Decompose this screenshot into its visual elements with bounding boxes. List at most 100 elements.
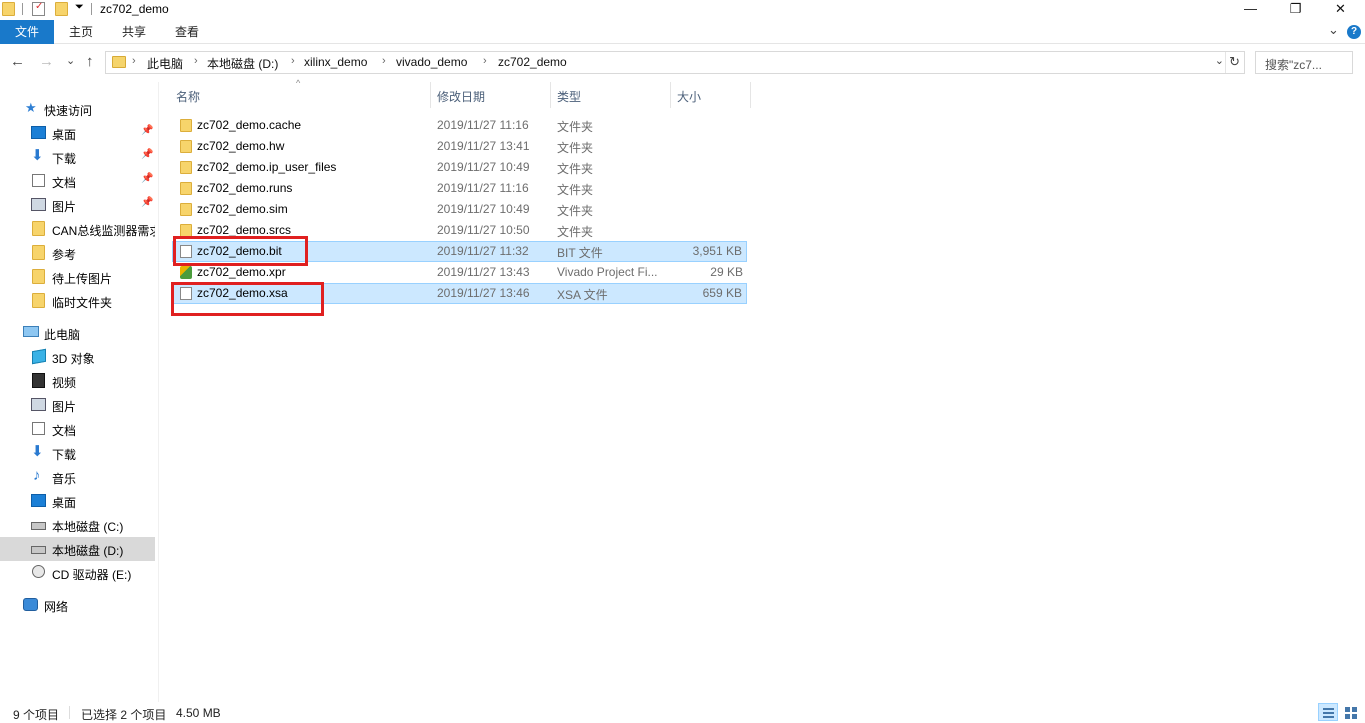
column-header-size[interactable]: 大小	[671, 82, 751, 108]
column-header-type[interactable]: 类型	[551, 82, 671, 108]
customize-toolbar-icon[interactable]: ⏷	[75, 1, 84, 14]
ribbon-tabs: 文件 主页 共享 查看 ⌄ ?	[0, 20, 1365, 44]
sidebar-item-desktop[interactable]: 桌面 📌	[0, 121, 155, 145]
file-date: 2019/11/27 11:16	[437, 181, 529, 195]
file-name: zc702_demo.cache	[197, 118, 302, 132]
sidebar-item-temp-folder[interactable]: 临时文件夹	[0, 289, 155, 313]
sidebar-item-drive-c[interactable]: 本地磁盘 (C:)	[0, 513, 155, 537]
file-row[interactable]: zc702_demo.ip_user_files 2019/11/27 10:4…	[172, 157, 747, 178]
file-name: zc702_demo.hw	[197, 139, 285, 153]
folder-icon	[32, 269, 45, 284]
divider	[22, 3, 23, 15]
pin-icon: 📌	[141, 173, 154, 184]
sidebar-item-videos[interactable]: 视频	[0, 369, 155, 393]
sidebar-item-pictures-pc[interactable]: 图片	[0, 393, 155, 417]
divider	[69, 706, 70, 719]
file-date: 2019/11/27 11:32	[437, 244, 529, 258]
breadcrumb-drive-d[interactable]: 本地磁盘 (D:)	[207, 55, 278, 72]
sidebar-item-label: 文档	[52, 176, 77, 190]
file-size: 659 KB	[702, 286, 742, 300]
breadcrumb-separator: ›	[291, 55, 295, 67]
close-button[interactable]: ✕	[1318, 0, 1363, 20]
sidebar-item-label: 网络	[44, 600, 69, 614]
annotation-box-bit	[173, 236, 308, 266]
help-icon[interactable]: ?	[1347, 25, 1361, 39]
annotation-box-xsa	[171, 282, 324, 316]
folder-icon	[32, 221, 45, 236]
document-icon	[32, 422, 45, 435]
back-button[interactable]: ←	[10, 54, 25, 70]
sidebar-item-drive-d[interactable]: 本地磁盘 (D:)	[0, 537, 155, 561]
pane-divider	[158, 82, 159, 702]
sidebar-item-3d-objects[interactable]: 3D 对象	[0, 345, 155, 369]
file-row[interactable]: zc702_demo.cache 2019/11/27 11:16 文件夹	[172, 115, 747, 136]
column-header-date[interactable]: 修改日期	[431, 82, 551, 108]
sidebar-item-music[interactable]: ♪ 音乐	[0, 465, 155, 489]
forward-button[interactable]: →	[39, 54, 54, 70]
sidebar-item-label: 本地磁盘 (D:)	[52, 544, 124, 558]
breadcrumb-this-pc[interactable]: 此电脑	[147, 55, 183, 72]
file-date: 2019/11/27 13:46	[437, 286, 530, 300]
tab-file[interactable]: 文件	[0, 20, 54, 44]
drive-icon	[31, 522, 46, 530]
file-date: 2019/11/27 11:16	[437, 118, 529, 132]
breadcrumb-vivado-demo[interactable]: vivado_demo	[396, 55, 467, 69]
breadcrumb-separator: ›	[382, 55, 386, 67]
file-row[interactable]: zc702_demo.runs 2019/11/27 11:16 文件夹	[172, 178, 747, 199]
up-button[interactable]: ↑	[86, 54, 94, 70]
selected-count: 已选择 2 个项目	[81, 708, 167, 722]
sidebar-item-label: 临时文件夹	[52, 296, 113, 310]
details-view-button[interactable]	[1318, 703, 1338, 721]
sidebar-item-label: 视频	[52, 376, 77, 390]
network-icon	[23, 598, 38, 611]
refresh-icon[interactable]: ↻	[1229, 54, 1240, 70]
tab-view[interactable]: 查看	[164, 20, 210, 44]
file-name: zc702_demo.ip_user_files	[197, 160, 337, 174]
document-icon	[32, 174, 45, 187]
sidebar-item-downloads[interactable]: ⬇ 下载 📌	[0, 145, 155, 169]
minimize-button[interactable]: —	[1228, 0, 1273, 20]
file-row[interactable]: zc702_demo.hw 2019/11/27 13:41 文件夹	[172, 136, 747, 157]
music-icon: ♪	[33, 467, 41, 484]
tab-share[interactable]: 共享	[111, 20, 157, 44]
file-row[interactable]: zc702_demo.sim 2019/11/27 10:49 文件夹	[172, 199, 747, 220]
address-dropdown-icon[interactable]: ⌄	[1215, 54, 1224, 67]
breadcrumb-zc702-demo[interactable]: zc702_demo	[498, 55, 567, 69]
sidebar-item-label: 图片	[52, 200, 77, 214]
sidebar-item-quick-access[interactable]: ★ 快速访问	[0, 97, 155, 121]
sidebar-item-label: CD 驱动器 (E:)	[52, 568, 132, 582]
properties-icon[interactable]: ✓	[32, 1, 45, 16]
file-name: zc702_demo.runs	[197, 181, 293, 195]
new-folder-icon[interactable]	[55, 2, 68, 16]
breadcrumb-separator: ›	[132, 55, 136, 67]
file-name: zc702_demo.sim	[197, 202, 288, 216]
divider	[1225, 52, 1226, 73]
file-type: 文件夹	[557, 120, 594, 134]
folder-icon	[180, 161, 192, 174]
sidebar-item-pending-pictures[interactable]: 待上传图片	[0, 265, 155, 289]
sidebar-item-desktop-pc[interactable]: 桌面	[0, 489, 155, 513]
sidebar-item-cd-drive[interactable]: CD 驱动器 (E:)	[0, 561, 155, 585]
tab-home[interactable]: 主页	[58, 20, 104, 44]
recent-locations-button[interactable]: ⌄	[66, 53, 75, 69]
large-icons-view-button[interactable]	[1341, 703, 1361, 721]
file-type: BIT 文件	[557, 246, 603, 260]
sidebar-item-label: 下载	[52, 152, 77, 166]
maximize-button[interactable]: ❐	[1273, 0, 1318, 20]
sidebar-item-label: 快速访问	[44, 104, 93, 118]
column-header-name[interactable]: 名称	[170, 82, 431, 108]
sidebar-item-reference[interactable]: 参考	[0, 241, 155, 265]
breadcrumb-xilinx-demo[interactable]: xilinx_demo	[304, 55, 367, 69]
sidebar-item-this-pc[interactable]: 此电脑	[0, 321, 155, 345]
sidebar-item-downloads-pc[interactable]: ⬇ 下载	[0, 441, 155, 465]
sidebar-item-pictures[interactable]: 图片 📌	[0, 193, 155, 217]
expand-ribbon-icon[interactable]: ⌄	[1328, 22, 1339, 38]
sidebar-item-documents-pc[interactable]: 文档	[0, 417, 155, 441]
sidebar-item-documents[interactable]: 文档 📌	[0, 169, 155, 193]
search-input[interactable]: 搜索"zc7...	[1255, 51, 1353, 74]
address-bar[interactable]: › 此电脑 › 本地磁盘 (D:) › xilinx_demo › vivado…	[105, 51, 1245, 74]
sidebar-item-network[interactable]: 网络	[0, 593, 155, 617]
folder-icon	[32, 245, 45, 260]
sidebar-item-can-folder[interactable]: CAN总线监测器需求	[0, 217, 155, 241]
vivado-project-icon	[180, 266, 192, 279]
